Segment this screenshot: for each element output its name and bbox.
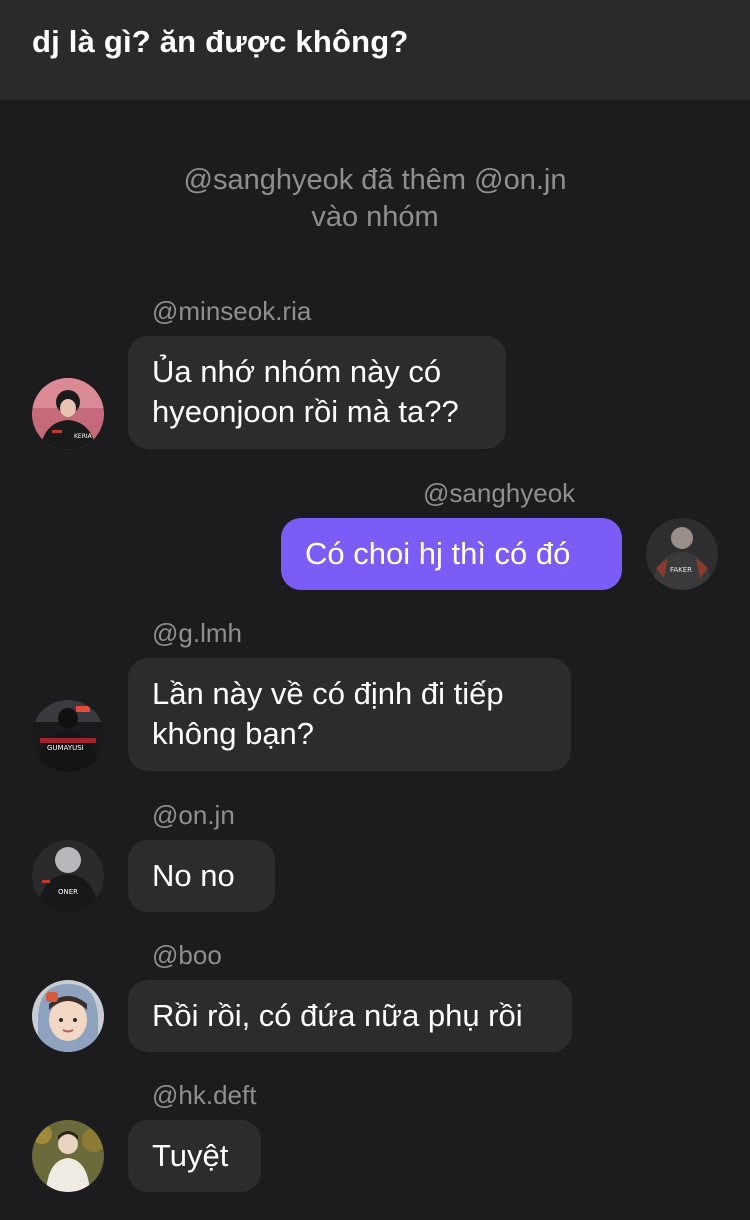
avatar[interactable]: ONER bbox=[32, 840, 104, 912]
system-message: @sanghyeok đã thêm @on.jn vào nhóm bbox=[0, 162, 750, 236]
chat-title: dj là gì? ăn được không? bbox=[32, 24, 409, 59]
message-username[interactable]: @g.lmh bbox=[152, 618, 242, 649]
chat-header: dj là gì? ăn được không? bbox=[0, 0, 750, 100]
message-text-line: Lần này về có định đi tiếp bbox=[152, 676, 504, 711]
avatar-jersey-text: FAKER bbox=[670, 566, 692, 574]
message-bubble[interactable]: Ủa nhớ nhóm này có hyeonjoon rồi mà ta?? bbox=[128, 336, 506, 449]
message-text-line: Có choi hj thì có đó bbox=[305, 536, 571, 571]
avatar[interactable] bbox=[32, 980, 104, 1052]
message-username[interactable]: @hk.deft bbox=[152, 1080, 256, 1111]
avatar-jersey-text: ONER bbox=[58, 888, 78, 896]
message-username[interactable]: @boo bbox=[152, 940, 222, 971]
message-username[interactable]: @minseok.ria bbox=[152, 296, 311, 327]
system-message-line-1: @sanghyeok đã thêm @on.jn bbox=[183, 164, 567, 196]
message-bubble[interactable]: Rồi rồi, có đứa nữa phụ rồi bbox=[128, 980, 572, 1052]
system-message-line-2: vào nhóm bbox=[311, 201, 439, 233]
message-bubble[interactable]: Lần này về có định đi tiếp không bạn? bbox=[128, 658, 571, 771]
message-username[interactable]: @on.jn bbox=[152, 800, 235, 831]
avatar[interactable] bbox=[32, 1120, 104, 1192]
avatar-jersey-text: KERIA bbox=[74, 433, 93, 440]
avatar[interactable]: GUMAYUSI bbox=[32, 700, 104, 772]
message-username[interactable]: @sanghyeok bbox=[423, 478, 575, 509]
message-bubble[interactable]: No no bbox=[128, 840, 275, 912]
message-text-line: No no bbox=[152, 858, 235, 893]
avatar[interactable]: FAKER bbox=[646, 518, 718, 590]
message-bubble-outgoing[interactable]: Có choi hj thì có đó bbox=[281, 518, 622, 590]
message-bubble[interactable]: Tuyệt bbox=[128, 1120, 261, 1192]
avatar[interactable]: KERIA bbox=[32, 378, 104, 450]
message-text-line: hyeonjoon rồi mà ta?? bbox=[152, 394, 459, 429]
message-text-line: Ủa nhớ nhóm này có bbox=[152, 354, 442, 389]
avatar-jersey-text: GUMAYUSI bbox=[47, 744, 84, 752]
message-text-line: không bạn? bbox=[152, 716, 315, 751]
message-text-line: Tuyệt bbox=[152, 1138, 229, 1173]
message-text-line: Rồi rồi, có đứa nữa phụ rồi bbox=[152, 998, 523, 1033]
